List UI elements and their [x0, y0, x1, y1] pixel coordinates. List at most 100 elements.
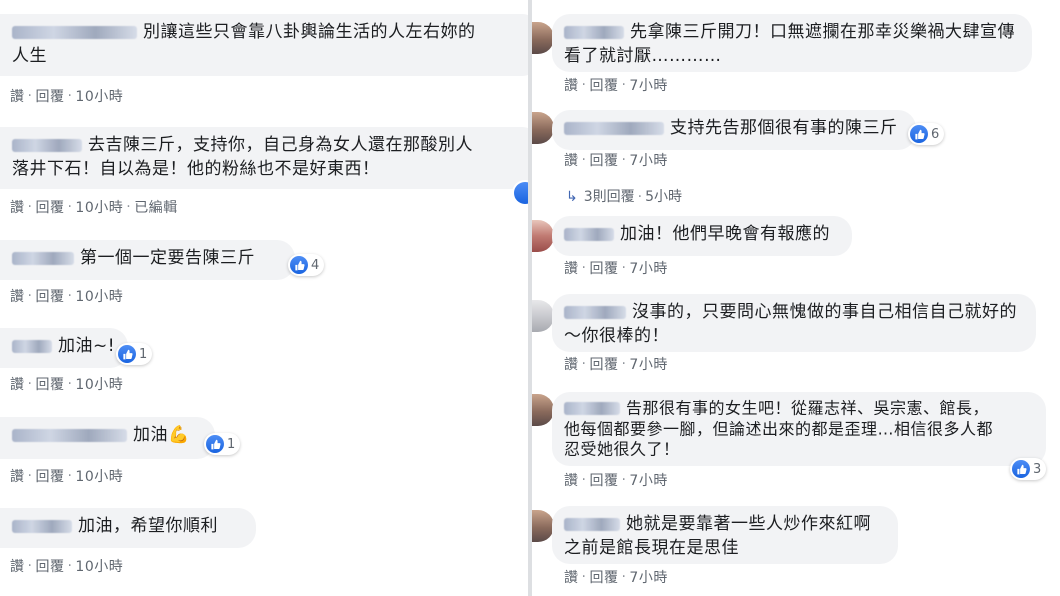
like-link[interactable]: 讚 [564, 570, 579, 586]
like-link[interactable]: 讚 [10, 377, 25, 393]
comment-timestamp[interactable]: 10小時 [75, 559, 123, 575]
view-replies-link[interactable]: ↳ 3則回覆 · 5小時 [566, 186, 682, 206]
like-link[interactable]: 讚 [564, 153, 579, 169]
reply-link[interactable]: 回覆 [589, 357, 618, 373]
comment-timestamp[interactable]: 10小時 [75, 289, 123, 305]
reaction-count-badge[interactable]: 1 [204, 433, 241, 455]
like-link[interactable]: 讚 [10, 469, 25, 485]
comment-bubble: 沒事的，只要問心無愧做的事自己相信自己就好的 ～你很棒的！ [552, 294, 1036, 352]
reply-link[interactable]: 回覆 [35, 200, 64, 216]
replies-timestamp: 5小時 [645, 189, 683, 205]
commenter-name[interactable] [12, 138, 82, 152]
comment-bubble: 別讓這些只會靠八卦輿論生活的人左右妳的 人生 [0, 14, 528, 76]
commenter-name[interactable] [564, 25, 624, 39]
comment-timestamp[interactable]: 7小時 [629, 357, 667, 373]
thumbs-up-icon [206, 435, 224, 453]
edited-label[interactable]: 已編輯 [134, 200, 178, 216]
comment-actions: 讚 · 回覆 · 7小時 [564, 567, 668, 587]
comment-actions: 讚 · 回覆 · 7小時 [564, 150, 668, 170]
avatar[interactable] [532, 22, 554, 54]
like-link[interactable]: 讚 [564, 473, 579, 489]
comment-timestamp[interactable]: 10小時 [75, 469, 123, 485]
comment-timestamp[interactable]: 7小時 [629, 570, 667, 586]
commenter-name[interactable] [12, 25, 137, 39]
reply-arrow-icon: ↳ [566, 189, 578, 205]
avatar[interactable] [532, 112, 554, 144]
avatar[interactable] [532, 394, 554, 426]
separator: · [581, 260, 587, 276]
comment-text: 支持先告那個很有事的陳三斤 [670, 118, 898, 138]
commenter-name[interactable] [12, 519, 72, 533]
separator: · [67, 88, 73, 104]
commenter-name[interactable] [564, 402, 620, 415]
reaction-count-badge[interactable]: 1 [116, 343, 153, 365]
comment-actions: 讚 · 回覆 · 7小時 [564, 470, 668, 490]
like-link[interactable]: 讚 [10, 89, 25, 105]
comment-text: 先拿陳三斤開刀！口無遮攔在那幸災樂禍大肆宣傳 看了就討厭………… [564, 22, 1015, 66]
separator: · [581, 77, 587, 93]
comment-bubble: 加油，希望你順利 [0, 508, 256, 548]
commenter-name[interactable] [564, 227, 614, 241]
reply-link[interactable]: 回覆 [35, 469, 64, 485]
like-link[interactable]: 讚 [564, 357, 579, 373]
separator: · [621, 569, 627, 585]
comment-timestamp[interactable]: 7小時 [629, 78, 667, 94]
commenter-name[interactable] [564, 517, 620, 531]
separator: · [581, 356, 587, 372]
thumbs-up-icon [514, 182, 528, 204]
reply-link[interactable]: 回覆 [589, 473, 618, 489]
thumbs-up-icon [118, 345, 136, 363]
replies-count[interactable]: 3則回覆 [584, 189, 635, 205]
separator: · [27, 468, 33, 484]
like-link[interactable]: 讚 [10, 200, 25, 216]
avatar[interactable] [532, 510, 554, 542]
separator: · [621, 472, 627, 488]
reply-link[interactable]: 回覆 [589, 78, 618, 94]
comment-timestamp[interactable]: 10小時 [75, 377, 123, 393]
reaction-count: 4 [311, 257, 320, 273]
comment-bubble: 先拿陳三斤開刀！口無遮攔在那幸災樂禍大肆宣傳 看了就討厭………… [552, 14, 1032, 72]
comment-timestamp[interactable]: 10小時 [75, 200, 123, 216]
reaction-count: 6 [931, 126, 940, 142]
like-link[interactable]: 讚 [10, 289, 25, 305]
comment-bubble: 加油~! [0, 328, 128, 368]
commenter-name[interactable] [12, 339, 52, 353]
commenter-name[interactable] [564, 121, 664, 135]
comment: 加油，希望你順利 讚 · 回覆 · 10小時 [0, 0, 528, 575]
like-link[interactable]: 讚 [10, 559, 25, 575]
commenter-name[interactable] [12, 251, 74, 265]
separator: · [621, 356, 627, 372]
comment-timestamp[interactable]: 10小時 [75, 89, 123, 105]
thumbs-up-icon [290, 256, 308, 274]
separator: · [621, 260, 627, 276]
comment-actions: 讚 · 回覆 · 10小時 [10, 466, 123, 486]
reply-link[interactable]: 回覆 [589, 570, 618, 586]
reply-link[interactable]: 回覆 [35, 289, 64, 305]
comment-timestamp[interactable]: 7小時 [629, 261, 667, 277]
reply-link[interactable]: 回覆 [589, 261, 618, 277]
reply-link[interactable]: 回覆 [35, 89, 64, 105]
commenter-name[interactable] [564, 305, 626, 319]
reaction-count-badge[interactable]: 3 [1010, 458, 1047, 480]
separator: · [67, 468, 73, 484]
like-link[interactable]: 讚 [564, 78, 579, 94]
thumbs-up-icon [1012, 460, 1030, 478]
comment-bubble: 去吉陳三斤，支持你，自己身為女人還在那酸別人 落井下石！自以為是！他的粉絲也不是… [0, 127, 528, 189]
reply-link[interactable]: 回覆 [589, 153, 618, 169]
comment-bubble: 支持先告那個很有事的陳三斤 [552, 110, 916, 150]
avatar[interactable] [532, 300, 554, 332]
reply-link[interactable]: 回覆 [35, 559, 64, 575]
commenter-name[interactable] [12, 428, 127, 442]
comment-timestamp[interactable]: 7小時 [629, 473, 667, 489]
reaction-count: 1 [227, 436, 236, 452]
reply-link[interactable]: 回覆 [35, 377, 64, 393]
comment-timestamp[interactable]: 7小時 [629, 153, 667, 169]
comment-text: 告那很有事的女生吧！從羅志祥、吳宗憲、館長， 他每個都要參一腳，但論述出來的都是… [564, 398, 994, 459]
reaction-count-badge[interactable]: 6 [908, 123, 945, 145]
like-link[interactable]: 讚 [564, 261, 579, 277]
reaction-count: 1 [139, 346, 148, 362]
separator: · [581, 152, 587, 168]
avatar[interactable] [532, 220, 554, 252]
reaction-count-badge[interactable]: 4 [288, 254, 325, 276]
separator: · [581, 569, 587, 585]
